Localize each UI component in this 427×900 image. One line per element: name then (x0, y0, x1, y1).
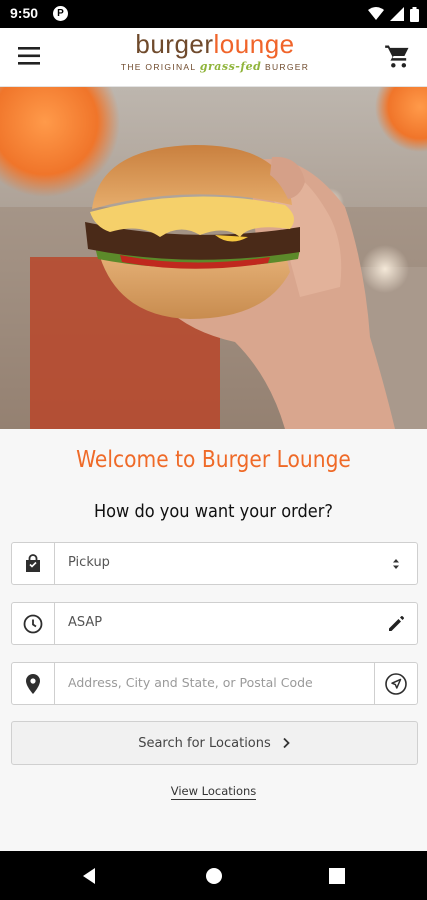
status-time: 9:50 (10, 5, 39, 21)
clock-icon (12, 603, 55, 644)
hero-burger-image (0, 87, 427, 429)
chevron-right-icon (283, 737, 290, 749)
wifi-icon (368, 7, 384, 20)
order-time-value: ASAP (68, 615, 103, 630)
order-time-field[interactable]: ASAP (11, 602, 418, 645)
status-icons (368, 5, 419, 23)
order-setup-panel: Welcome to Burger Lounge How do you want… (0, 429, 427, 851)
order-type-value: Pickup (68, 555, 110, 570)
welcome-heading: Welcome to Burger Lounge (76, 447, 351, 473)
logo-tagline: THE ORIGINAL grass-fed BURGER (120, 60, 310, 73)
order-type-select[interactable]: Pickup (11, 542, 418, 585)
shopping-bag-icon (12, 543, 55, 584)
dropdown-arrows-icon (374, 543, 417, 584)
app-bar: burgerlounge THE ORIGINAL grass-fed BURG… (0, 28, 427, 87)
order-question: How do you want your order? (93, 501, 334, 522)
brand-logo: burgerlounge THE ORIGINAL grass-fed BURG… (110, 30, 320, 80)
address-input[interactable]: Address, City and State, or Postal Code (11, 662, 418, 705)
shopping-cart-icon[interactable] (384, 42, 412, 70)
navigation-icon[interactable] (374, 663, 417, 704)
signal-icon (390, 7, 404, 21)
back-icon[interactable] (79, 865, 101, 887)
address-placeholder: Address, City and State, or Postal Code (68, 675, 313, 690)
search-locations-button[interactable]: Search for Locations (11, 721, 418, 765)
home-icon[interactable] (203, 865, 225, 887)
recents-icon[interactable] (326, 865, 348, 887)
location-pin-icon (12, 663, 55, 704)
search-locations-label: Search for Locations (138, 735, 271, 751)
status-bar: 9:50 P (0, 0, 427, 28)
system-nav-bar (0, 851, 427, 900)
view-locations-link[interactable]: View Locations (0, 784, 427, 800)
battery-icon (410, 6, 419, 22)
logo-wordmark: burgerlounge (135, 29, 295, 59)
hamburger-menu-icon[interactable] (16, 42, 44, 70)
app-notification-icon: P (53, 6, 68, 21)
pencil-icon[interactable] (374, 603, 417, 644)
